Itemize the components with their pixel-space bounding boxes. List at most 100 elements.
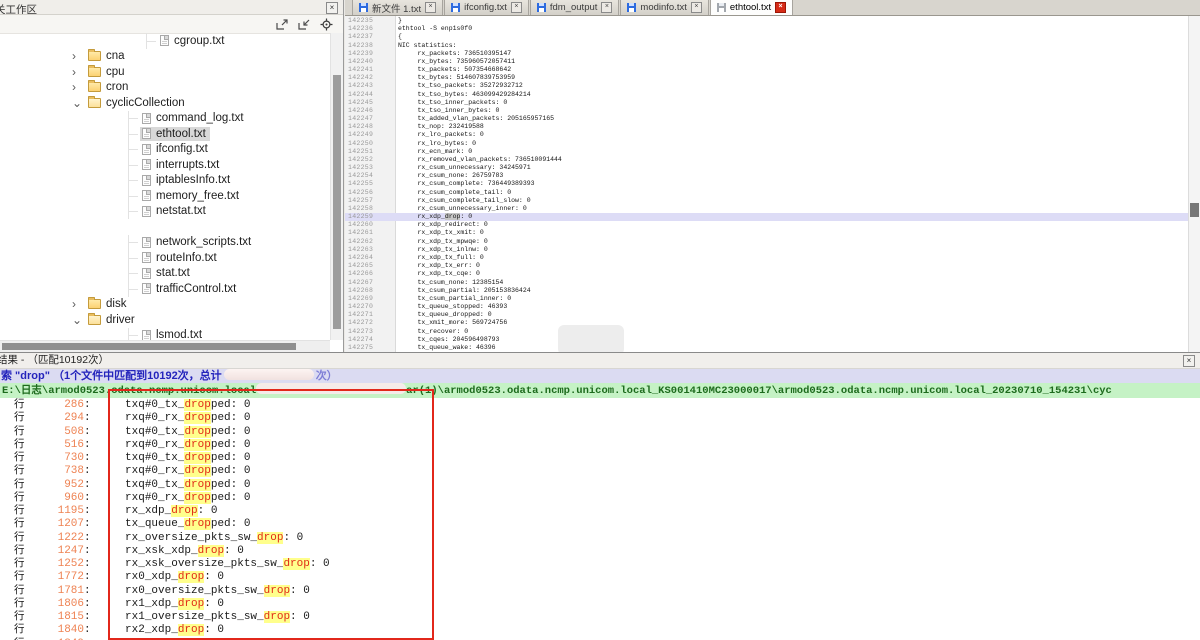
editor-content[interactable]: 142235}142236ethtool -S enp1s0f0142237{1… — [345, 16, 1200, 352]
tree-item-target[interactable]: iptablesInfo.txt — [140, 173, 234, 187]
tree-item-target[interactable]: cgroup.txt — [158, 34, 229, 48]
result-row[interactable]: 行1222: rx_oversize_pkts_sw_drop: 0 — [0, 531, 1200, 544]
editor-line-text: rx_xdp_redirect: 0 — [395, 221, 488, 229]
chevron-right-icon[interactable]: › — [72, 66, 86, 78]
scrollbar-thumb[interactable] — [333, 75, 341, 329]
tree-item-command-log.txt[interactable]: command_log.txt — [0, 111, 330, 127]
tree-item-disk[interactable]: ›disk — [0, 297, 330, 313]
line-number: 142262 — [345, 238, 395, 246]
search-file-path[interactable]: E:\日志\armod0523.odata.ncmp.unicom.locala… — [0, 383, 1200, 398]
editor-line: 142252 rx_removed_vlan_packets: 73651009… — [345, 156, 1188, 164]
scrollbar-thumb[interactable] — [2, 343, 296, 350]
tree-item-target[interactable]: cpu — [86, 65, 129, 79]
tree-item-trafficcontrol.txt[interactable]: trafficControl.txt — [0, 281, 330, 297]
sidebar-vertical-scrollbar[interactable] — [330, 33, 343, 340]
result-row[interactable]: 行952: txq#0_tx_dropped: 0 — [0, 478, 1200, 491]
folder-icon — [88, 299, 101, 309]
chevron-down-icon[interactable]: ⌄ — [72, 314, 86, 326]
result-line-number: 1815 — [40, 611, 84, 624]
tree-item-redacted[interactable] — [0, 219, 330, 235]
result-row[interactable]: 行1849: rx2_oversize_pkts_sw_drop: 0 — [0, 637, 1200, 640]
tree-item-target[interactable]: disk — [86, 297, 130, 311]
tree-item-target[interactable]: stat.txt — [140, 266, 194, 280]
tab-close-icon[interactable]: × — [775, 2, 786, 13]
result-separator: : — [84, 611, 91, 624]
tree-item-target[interactable]: trafficControl.txt — [140, 282, 240, 296]
tree-item-routeinfo.txt[interactable]: routeInfo.txt — [0, 250, 330, 266]
result-row[interactable]: 行294: rxq#0_rx_dropped: 0 — [0, 411, 1200, 424]
expand-all-icon[interactable] — [276, 18, 289, 31]
tree-item-iptablesinfo.txt[interactable]: iptablesInfo.txt — [0, 173, 330, 189]
chevron-right-icon[interactable]: › — [72, 50, 86, 62]
tree-item-memory-free.txt[interactable]: memory_free.txt — [0, 188, 330, 204]
tab--1.txt[interactable]: 新文件 1.txt× — [352, 0, 443, 15]
tab-fdm-output[interactable]: fdm_output× — [530, 0, 620, 15]
tab-close-icon[interactable]: × — [691, 2, 702, 13]
tree-item-target[interactable]: lsmod.txt — [140, 328, 206, 340]
tree-item-cgroup.txt[interactable]: cgroup.txt — [0, 33, 330, 49]
tree-item-target[interactable]: routeInfo.txt — [140, 251, 221, 265]
result-line-number: 516 — [40, 439, 84, 452]
tree-item-interrupts.txt[interactable]: interrupts.txt — [0, 157, 330, 173]
result-row[interactable]: 行1252: rx_xsk_oversize_pkts_sw_drop: 0 — [0, 557, 1200, 570]
result-row[interactable]: 行1772: rx0_xdp_drop: 0 — [0, 570, 1200, 583]
tree-item-lsmod.txt[interactable]: lsmod.txt — [0, 328, 330, 341]
chevron-right-icon[interactable]: › — [72, 298, 86, 310]
search-match-highlight: drop — [178, 571, 204, 583]
result-row[interactable]: 行286: txq#0_tx_dropped: 0 — [0, 398, 1200, 411]
tab-close-icon[interactable]: × — [425, 2, 436, 13]
tree-item-target[interactable]: ifconfig.txt — [140, 142, 212, 156]
scrollbar-thumb[interactable] — [1190, 203, 1199, 217]
tree-item-target[interactable]: interrupts.txt — [140, 158, 223, 172]
tab-close-icon[interactable]: × — [601, 2, 612, 13]
tree-item-target[interactable]: cyclicCollection — [86, 96, 189, 110]
sidebar-horizontal-scrollbar[interactable] — [0, 340, 330, 352]
result-row[interactable]: 行1806: rx1_xdp_drop: 0 — [0, 597, 1200, 610]
tree-item-cpu[interactable]: ›cpu — [0, 64, 330, 80]
tab-ethtool.txt[interactable]: ethtool.txt× — [710, 0, 793, 15]
result-row[interactable]: 行738: rxq#0_rx_dropped: 0 — [0, 464, 1200, 477]
tree-item-ethtool.txt[interactable]: ethtool.txt — [0, 126, 330, 142]
tree-item-ifconfig.txt[interactable]: ifconfig.txt — [0, 142, 330, 158]
editor-vertical-scrollbar[interactable] — [1188, 16, 1200, 352]
tree-item-netstat.txt[interactable]: netstat.txt — [0, 204, 330, 220]
tree-item-cna[interactable]: ›cna — [0, 49, 330, 65]
result-row[interactable]: 行960: rxq#0_rx_dropped: 0 — [0, 491, 1200, 504]
chevron-down-icon[interactable]: ⌄ — [72, 97, 86, 109]
collapse-all-icon[interactable] — [298, 18, 311, 31]
result-row[interactable]: 行1247: rx_xsk_xdp_drop: 0 — [0, 544, 1200, 557]
results-close-icon[interactable]: × — [1183, 355, 1195, 367]
result-row[interactable]: 行1815: rx1_oversize_pkts_sw_drop: 0 — [0, 610, 1200, 623]
tree-item-target[interactable]: driver — [86, 313, 139, 327]
line-number: 142247 — [345, 115, 395, 123]
tree-item-driver[interactable]: ⌄driver — [0, 312, 330, 328]
workspace-close-icon[interactable]: × — [326, 2, 338, 14]
result-row[interactable]: 行1781: rx0_oversize_pkts_sw_drop: 0 — [0, 584, 1200, 597]
tree-item-target[interactable]: cna — [86, 49, 129, 63]
editor-lines: 142235}142236ethtool -S enp1s0f0142237{1… — [345, 17, 1188, 352]
floppy-disk-icon — [537, 3, 546, 12]
tab-close-icon[interactable]: × — [511, 2, 522, 13]
tab-ifconfig.txt[interactable]: ifconfig.txt× — [444, 0, 529, 15]
tree-item-cycliccollection[interactable]: ⌄cyclicCollection — [0, 95, 330, 111]
tree-item-cron[interactable]: ›cron — [0, 80, 330, 96]
result-row[interactable]: 行1840: rx2_xdp_drop: 0 — [0, 623, 1200, 636]
file-icon — [142, 113, 151, 124]
tree-item-target[interactable]: network_scripts.txt — [140, 235, 255, 249]
line-number: 142273 — [345, 328, 395, 336]
result-row[interactable]: 行1207: tx_queue_dropped: 0 — [0, 517, 1200, 530]
tab-modinfo.txt[interactable]: modinfo.txt× — [620, 0, 708, 15]
tree-item-stat.txt[interactable]: stat.txt — [0, 266, 330, 282]
chevron-right-icon[interactable]: › — [72, 81, 86, 93]
locate-file-icon[interactable] — [320, 18, 333, 31]
tree-item-network-scripts.txt[interactable]: network_scripts.txt — [0, 235, 330, 251]
tree-item-target[interactable]: netstat.txt — [140, 204, 210, 218]
tree-item-target[interactable]: command_log.txt — [140, 111, 248, 125]
result-row[interactable]: 行1195: rx_xdp_drop: 0 — [0, 504, 1200, 517]
tree-item-target[interactable]: ethtool.txt — [140, 127, 210, 141]
tree-item-target[interactable]: memory_free.txt — [140, 189, 243, 203]
result-row[interactable]: 行730: txq#0_tx_dropped: 0 — [0, 451, 1200, 464]
result-row[interactable]: 行508: txq#0_tx_dropped: 0 — [0, 425, 1200, 438]
result-row[interactable]: 行516: rxq#0_rx_dropped: 0 — [0, 438, 1200, 451]
tree-item-target[interactable]: cron — [86, 80, 132, 94]
